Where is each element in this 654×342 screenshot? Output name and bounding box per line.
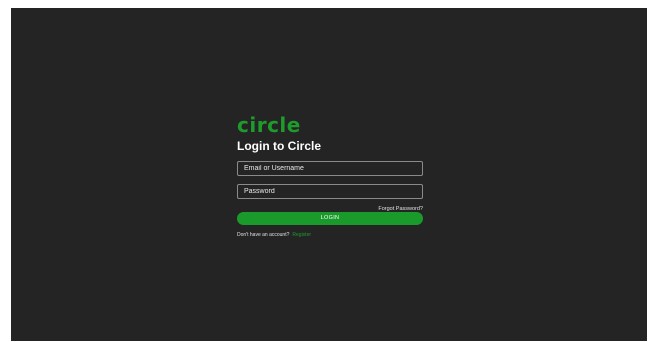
login-form: circle Login to Circle Forgot Password? … xyxy=(237,114,423,239)
login-heading: Login to Circle xyxy=(237,139,321,153)
forgot-password-link[interactable]: Forgot Password? xyxy=(378,206,423,212)
app-window: circle Login to Circle Forgot Password? … xyxy=(11,8,647,341)
forgot-password-row: Forgot Password? xyxy=(237,202,423,212)
register-prompt: Don't have an account? Register xyxy=(237,231,423,239)
no-account-text: Don't have an account? xyxy=(237,232,290,238)
password-field-box xyxy=(237,184,423,199)
password-input[interactable] xyxy=(238,185,422,198)
brand-logo: circle xyxy=(237,113,301,137)
login-button[interactable]: LOGIN xyxy=(237,212,423,225)
username-input[interactable] xyxy=(238,162,422,175)
register-link[interactable]: Register xyxy=(292,232,311,238)
username-field-box xyxy=(237,161,423,176)
